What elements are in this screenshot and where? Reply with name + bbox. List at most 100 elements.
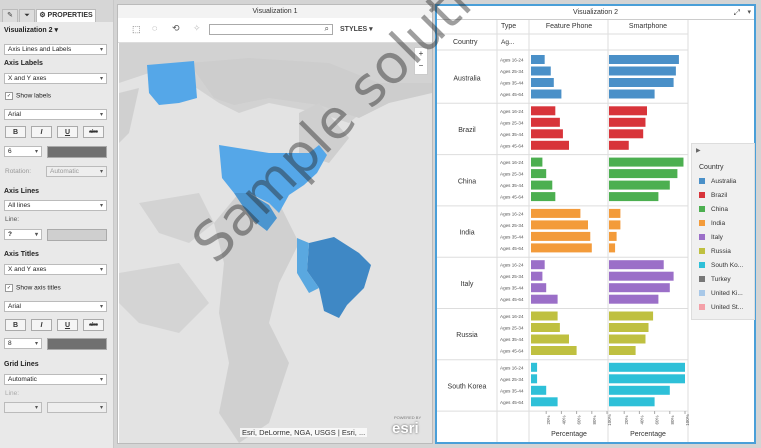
x-tick-label: 40%	[561, 415, 566, 424]
show-axis-titles-label: Show axis titles	[16, 284, 61, 292]
legend-label: United St...	[711, 304, 744, 311]
element-select[interactable]: Axis Lines and Labels ▾	[4, 44, 107, 55]
bold-button[interactable]: B	[5, 126, 26, 138]
age-label: Ages 16-24	[500, 58, 524, 63]
properties-panel: ✎ ⏷ ⚙ PROPERTIES Visualization 2 ▾ Axis …	[0, 0, 114, 448]
rect-select-icon[interactable]: ⬚	[132, 24, 141, 35]
label-color-picker[interactable]	[47, 146, 107, 158]
tab-filter[interactable]: ⏷	[19, 9, 35, 22]
smartphone-bar	[609, 208, 621, 218]
visualization-1-card: Visualization 1 ⬚ ◌ ⟲ ✧ ⌕ STYLES ▾ + − E…	[117, 4, 433, 444]
grid-lines-select-value: Automatic	[8, 376, 37, 383]
map-toolbar: ⬚ ◌ ⟲ ✧ ⌕ STYLES ▾	[118, 18, 432, 43]
bold-button[interactable]: B	[5, 319, 26, 331]
title-size-select[interactable]: 8 ▾	[4, 338, 42, 349]
chevron-down-icon: ▾	[99, 405, 103, 411]
chevron-down-icon: ▾	[99, 112, 103, 118]
legend-swatch	[699, 276, 705, 283]
age-label: Ages 25-34	[500, 172, 524, 177]
legend-item[interactable]: India	[699, 220, 725, 227]
circle-select-icon[interactable]: ◌	[152, 23, 157, 33]
legend-item[interactable]: China	[699, 206, 728, 213]
age-label: Ages 45-64	[500, 297, 524, 302]
feature-bar	[531, 157, 543, 167]
legend-item[interactable]: Turkey	[699, 276, 731, 283]
age-label: Ages 25-34	[500, 223, 524, 228]
axis-labels-select[interactable]: X and Y axes ▾	[4, 73, 107, 84]
smartphone-bar	[609, 180, 670, 190]
x-tick-label: 20%	[546, 415, 551, 424]
legend-item[interactable]: Italy	[699, 234, 723, 241]
map-search-input[interactable]: ⌕	[209, 24, 333, 35]
feature-bar	[531, 66, 551, 76]
label-size-select[interactable]: 6 ▾	[4, 146, 42, 157]
smartphone-bar	[609, 311, 654, 321]
chevron-down-icon: ▾	[99, 203, 103, 209]
basemap[interactable]	[119, 43, 432, 443]
smartphone-bar	[609, 140, 629, 150]
feature-bar	[531, 180, 553, 190]
grid-line-color-picker[interactable]: ▾	[47, 402, 107, 413]
map-attribution[interactable]: Esri, DeLorme, NGA, USGS | Esri, ...	[240, 428, 368, 437]
feature-bar	[531, 397, 558, 407]
grid-line-label: Line:	[5, 390, 20, 397]
grid-lines-heading: Grid Lines	[4, 361, 39, 368]
grid-line-style-select[interactable]: ▾	[4, 402, 42, 413]
country-label: Australia	[453, 76, 480, 83]
line-color-picker[interactable]	[47, 229, 107, 241]
legend-collapse-icon[interactable]: ▶	[696, 147, 701, 154]
smartphone-bar	[609, 323, 649, 332]
legend-item[interactable]: South Ko...	[699, 262, 743, 269]
smartphone-bar	[609, 157, 684, 167]
x-axis-title-smartphone: Percentage	[630, 431, 666, 438]
viz-select[interactable]: Visualization 2 ▾	[4, 26, 58, 34]
axis-labels-font-select[interactable]: Arial ▾	[4, 109, 107, 120]
age-label: Ages 25-34	[500, 377, 524, 382]
feature-bar	[531, 323, 560, 332]
axis-titles-font-select[interactable]: Arial ▾	[4, 301, 107, 312]
smartphone-bar	[609, 385, 670, 395]
x-tick-label: 80%	[592, 415, 597, 424]
legend-item[interactable]: United St...	[699, 304, 743, 311]
tab-edit[interactable]: ✎	[2, 9, 18, 22]
x-axis-title-feature: Percentage	[551, 431, 587, 438]
tab-properties[interactable]: ⚙ PROPERTIES	[36, 9, 96, 22]
show-labels-checkbox[interactable]: ✓ Show labels	[5, 92, 51, 100]
italic-button[interactable]: I	[31, 319, 52, 331]
legend-item[interactable]: Russia	[699, 248, 731, 255]
viz1-title: Visualization 1	[118, 5, 432, 19]
rotation-value: Automatic	[50, 168, 79, 175]
axis-lines-heading: Axis Lines	[4, 188, 40, 195]
legend-item[interactable]: United Ki...	[699, 290, 743, 297]
esri-logo: esri	[392, 420, 419, 437]
strikethrough-button[interactable]: abc	[83, 126, 104, 138]
legend-item[interactable]: Brazil	[699, 192, 727, 199]
zoom-out-button[interactable]: −	[415, 60, 427, 72]
show-axis-titles-checkbox[interactable]: ✓ Show axis titles	[5, 284, 61, 292]
italic-button[interactable]: I	[31, 126, 52, 138]
smartphone-bar	[609, 362, 685, 372]
rotation-select[interactable]: Automatic ▾	[46, 166, 107, 177]
strikethrough-button[interactable]: abc	[83, 319, 104, 331]
legend-swatch	[699, 206, 705, 213]
legend-swatch	[699, 178, 705, 185]
age-label: Ages 16-24	[500, 160, 524, 165]
title-color-picker[interactable]	[47, 338, 107, 350]
legend-item[interactable]: Australia	[699, 178, 736, 185]
age-label: Ages 35-44	[500, 286, 524, 291]
zoom-in-button[interactable]: +	[415, 48, 427, 60]
lasso-select-icon[interactable]: ⟲	[172, 23, 180, 34]
underline-button[interactable]: U	[57, 126, 78, 138]
clear-selection-icon[interactable]: ✧	[193, 23, 201, 34]
axis-titles-select[interactable]: X and Y axes ▾	[4, 264, 107, 275]
axis-lines-select[interactable]: All lines ▾	[4, 200, 107, 211]
line-label: Line:	[5, 216, 20, 223]
legend: ▶ Country Australia Brazil China India Italy…	[691, 143, 755, 320]
line-style-value: ?	[8, 231, 12, 238]
smartphone-bar	[609, 55, 679, 64]
grid-lines-select[interactable]: Automatic ▾	[4, 374, 107, 385]
underline-button[interactable]: U	[57, 319, 78, 331]
line-style-select[interactable]: ? ▾	[4, 229, 42, 240]
legend-label: Turkey	[711, 276, 731, 283]
styles-button[interactable]: STYLES ▾	[340, 25, 373, 33]
